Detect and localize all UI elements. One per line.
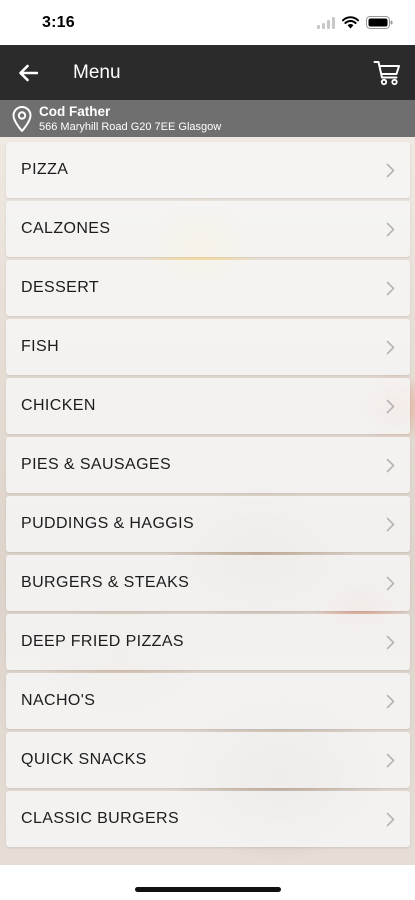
menu-item-label: CALZONES: [21, 220, 111, 237]
status-time: 3:16: [42, 13, 75, 31]
menu-item-nachos[interactable]: NACHO'S: [6, 673, 410, 729]
cart-button[interactable]: [359, 45, 415, 100]
menu-item-dessert[interactable]: DESSERT: [6, 260, 410, 316]
menu-item-label: PUDDINGS & HAGGIS: [21, 515, 195, 532]
battery-icon: [366, 16, 393, 29]
back-button[interactable]: [0, 45, 56, 100]
chevron-right-icon: [384, 457, 396, 473]
home-indicator-area: [0, 865, 415, 900]
status-icons: [317, 16, 393, 29]
chevron-right-icon: [384, 339, 396, 355]
page-title: Menu: [73, 61, 121, 83]
wifi-icon: [342, 16, 359, 29]
menu-item-puddings-haggis[interactable]: PUDDINGS & HAGGIS: [6, 496, 410, 552]
menu-item-label: CLASSIC BURGERS: [21, 810, 180, 827]
chevron-right-icon: [384, 693, 396, 709]
menu-item-label: DEEP FRIED PIZZAS: [21, 633, 184, 650]
chevron-right-icon: [384, 221, 396, 237]
menu-item-pizza[interactable]: PIZZA: [6, 142, 410, 198]
chevron-right-icon: [384, 162, 396, 178]
chevron-right-icon: [384, 398, 396, 414]
status-bar: 3:16: [0, 0, 415, 45]
navigation-bar: Menu: [0, 45, 415, 100]
home-indicator[interactable]: [135, 887, 281, 892]
store-details: Cod Father 566 Maryhill Road G20 7EE Gla…: [39, 104, 221, 134]
menu-item-label: PIES & SAUSAGES: [21, 456, 172, 473]
chevron-right-icon: [384, 752, 396, 768]
menu-item-label: FISH: [21, 338, 60, 355]
store-info-bar[interactable]: Cod Father 566 Maryhill Road G20 7EE Gla…: [0, 100, 415, 137]
app-screen: 3:16 Menu Cod Father 566 Maryhill Road G…: [0, 0, 415, 900]
menu-item-calzones[interactable]: CALZONES: [6, 201, 410, 257]
menu-item-chicken[interactable]: CHICKEN: [6, 378, 410, 434]
menu-item-pies-sausages[interactable]: PIES & SAUSAGES: [6, 437, 410, 493]
location-pin-icon: [10, 104, 34, 134]
arrow-left-icon: [19, 64, 38, 81]
menu-item-label: DESSERT: [21, 279, 100, 296]
store-name: Cod Father: [39, 103, 111, 119]
menu-item-quick-snacks[interactable]: QUICK SNACKS: [6, 732, 410, 788]
menu-item-label: BURGERS & STEAKS: [21, 574, 190, 591]
chevron-right-icon: [384, 575, 396, 591]
menu-item-fish[interactable]: FISH: [6, 319, 410, 375]
chevron-right-icon: [384, 634, 396, 650]
chevron-right-icon: [384, 811, 396, 827]
cart-icon: [373, 60, 400, 85]
menu-item-burgers-steaks[interactable]: BURGERS & STEAKS: [6, 555, 410, 611]
menu-item-label: NACHO'S: [21, 692, 96, 709]
menu-item-deep-fried-pizzas[interactable]: DEEP FRIED PIZZAS: [6, 614, 410, 670]
menu-item-label: QUICK SNACKS: [21, 751, 147, 768]
menu-item-label: CHICKEN: [21, 397, 96, 414]
chevron-right-icon: [384, 280, 396, 296]
menu-item-label: PIZZA: [21, 161, 69, 178]
menu-item-classic-burgers[interactable]: CLASSIC BURGERS: [6, 791, 410, 847]
chevron-right-icon: [384, 516, 396, 532]
signal-icon: [317, 16, 335, 29]
store-address: 566 Maryhill Road G20 7EE Glasgow: [39, 120, 222, 133]
